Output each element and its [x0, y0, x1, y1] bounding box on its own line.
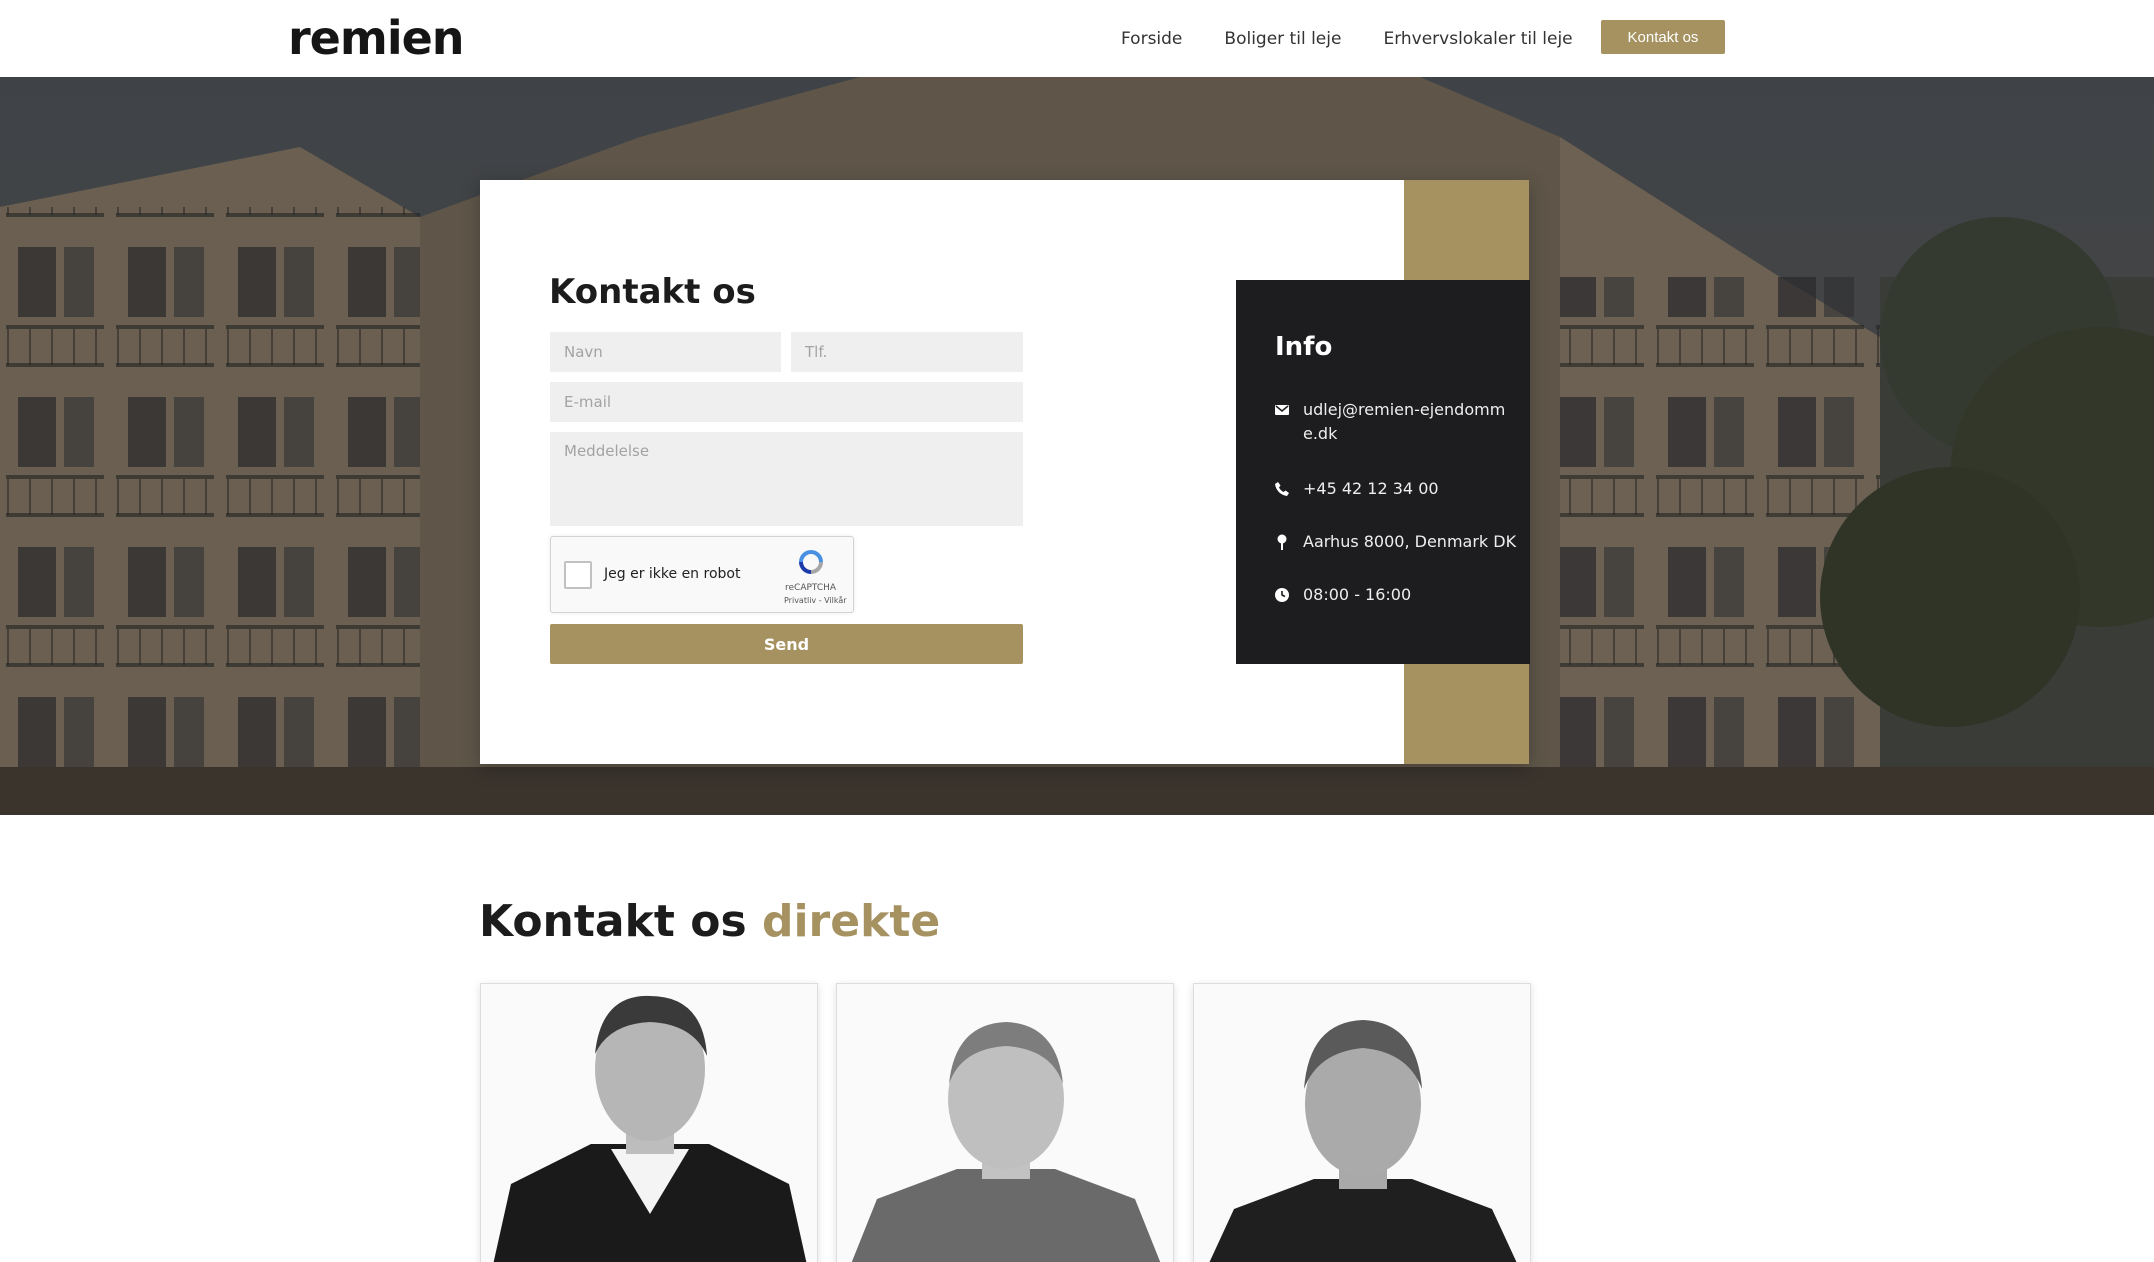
- contact-nav-button[interactable]: Kontakt os: [1601, 20, 1725, 54]
- nav-link-erhverv[interactable]: Erhvervslokaler til leje: [1383, 29, 1572, 49]
- recaptcha-checkbox[interactable]: [564, 561, 592, 589]
- nav-link-boliger[interactable]: Boliger til leje: [1224, 29, 1341, 49]
- info-address: Aarhus 8000, Denmark DK: [1303, 532, 1517, 551]
- top-navigation: remien Forside Boliger til leje Erhvervs…: [0, 0, 2154, 77]
- main-menu: Forside Boliger til leje Erhvervslokaler…: [1121, 0, 1573, 77]
- recaptcha-label: Jeg er ikke en robot: [604, 566, 741, 582]
- phone-icon: [1275, 477, 1289, 501]
- envelope-icon: [1275, 398, 1289, 422]
- clock-icon: [1275, 583, 1289, 607]
- recaptcha-links[interactable]: Privatliv - Vilkår: [784, 596, 847, 605]
- direct-title-main: Kontakt os: [479, 896, 747, 947]
- email-input[interactable]: [550, 382, 1023, 422]
- recaptcha-brand: reCAPTCHA: [785, 583, 837, 593]
- person-photo: [481, 984, 817, 1262]
- info-hours: 08:00 - 16:00: [1303, 585, 1412, 604]
- info-title: Info: [1275, 332, 1333, 362]
- recaptcha-widget: Jeg er ikke en robot reCAPTCHA Privatliv…: [550, 536, 854, 613]
- info-address-row: Aarhus 8000, Denmark DK: [1275, 530, 1516, 554]
- info-phone[interactable]: +45 42 12 34 00: [1303, 477, 1439, 501]
- send-button[interactable]: Send: [550, 624, 1023, 664]
- logo[interactable]: remien: [288, 14, 465, 62]
- info-email[interactable]: udlej@remien-ejendomme.dk: [1303, 398, 1515, 446]
- recaptcha-icon: [799, 550, 823, 574]
- info-email-row: udlej@remien-ejendomme.dk: [1275, 398, 1515, 446]
- info-hours-row: 08:00 - 16:00: [1275, 583, 1411, 607]
- contact-person-card[interactable]: [480, 983, 818, 1262]
- message-input[interactable]: [550, 432, 1023, 526]
- person-photo: [1194, 984, 1530, 1262]
- contact-person-card[interactable]: [1193, 983, 1531, 1262]
- direct-title-accent: direkte: [761, 896, 941, 947]
- phone-input[interactable]: [791, 332, 1023, 372]
- location-pin-icon: [1275, 530, 1289, 554]
- form-title: Kontakt os: [549, 272, 756, 312]
- person-photo: [837, 984, 1173, 1262]
- info-panel: Info udlej@remien-ejendomme.dk +45 42 12…: [1236, 280, 1530, 664]
- name-input[interactable]: [550, 332, 781, 372]
- info-phone-row: +45 42 12 34 00: [1275, 477, 1439, 501]
- nav-link-forside[interactable]: Forside: [1121, 29, 1182, 49]
- direct-contact-title: Kontakt os direkte: [479, 896, 940, 947]
- contact-person-card[interactable]: [836, 983, 1174, 1262]
